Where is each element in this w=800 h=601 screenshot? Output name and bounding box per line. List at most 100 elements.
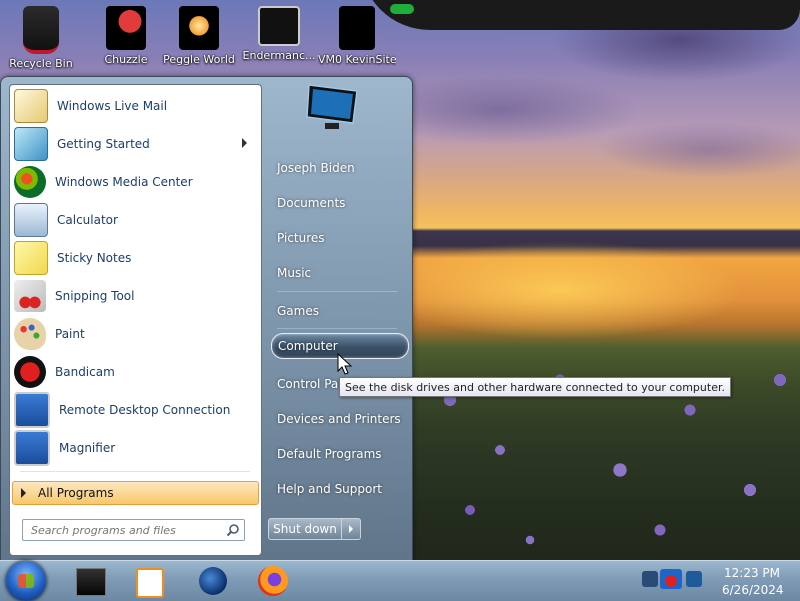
right-item-help-and-support[interactable]: Help and Support — [271, 477, 407, 501]
program-calculator[interactable]: Calculator — [12, 202, 257, 238]
record-icon — [14, 356, 46, 388]
all-programs-button[interactable]: All Programs — [12, 481, 259, 505]
submenu-arrow-icon[interactable] — [242, 138, 247, 148]
program-windows-media-center[interactable]: Windows Media Center — [12, 164, 257, 200]
divider — [277, 291, 397, 292]
media-player-icon — [136, 568, 164, 598]
clock-date[interactable]: 6/26/2024 — [722, 583, 784, 597]
desktop-icon-recycle-bin[interactable]: Recycle Bin — [2, 4, 80, 70]
mail-icon — [14, 89, 48, 123]
program-getting-started[interactable]: Getting Started — [12, 126, 257, 162]
globe-icon — [199, 567, 227, 595]
program-bandicam[interactable]: Bandicam — [12, 354, 257, 390]
vm0-icon — [339, 6, 375, 50]
media-center-icon — [14, 166, 46, 198]
system-tray: 12:23 PM 6/26/2024 — [636, 561, 800, 601]
start-menu: Windows Live Mail Getting Started Window… — [0, 76, 413, 562]
right-item-label: Games — [277, 304, 319, 318]
divider — [277, 328, 397, 329]
program-label: Windows Live Mail — [57, 99, 168, 113]
program-label: Windows Media Center — [55, 175, 193, 189]
sticky-notes-icon — [14, 241, 48, 275]
taskbar-firefox[interactable] — [255, 563, 291, 599]
program-remote-desktop-connection[interactable]: Remote Desktop Connection — [12, 392, 257, 428]
right-item-games[interactable]: Games — [271, 299, 407, 323]
right-pane: Joseph Biden Documents Pictures Music Ga… — [263, 77, 412, 561]
desktop-icon-label: Endermanc... — [242, 49, 316, 62]
recycle-bin-icon — [23, 6, 59, 54]
program-label: Magnifier — [59, 441, 116, 455]
programs-pane: Windows Live Mail Getting Started Window… — [9, 84, 262, 556]
remote-desktop-icon — [14, 392, 50, 428]
app-tray-icon[interactable] — [660, 569, 682, 589]
search-icon[interactable] — [226, 523, 240, 537]
right-item-pictures[interactable]: Pictures — [271, 226, 407, 250]
cursor-arrow-icon — [337, 353, 353, 375]
scissors-icon — [14, 280, 46, 312]
right-item-label: Help and Support — [277, 482, 382, 496]
top-gadget — [360, 0, 800, 30]
arrow-right-icon — [21, 488, 26, 498]
start-button[interactable] — [6, 561, 46, 601]
desktop-icon-label: Recycle Bin — [9, 57, 73, 70]
right-item-default-programs[interactable]: Default Programs — [271, 442, 407, 466]
calculator-icon — [14, 203, 48, 237]
program-label: Remote Desktop Connection — [59, 403, 231, 417]
desktop-icon-endermanc[interactable]: Endermanc... — [240, 4, 318, 62]
shutdown-options-button[interactable] — [342, 518, 361, 540]
search-input[interactable] — [29, 521, 223, 540]
program-snipping-tool[interactable]: Snipping Tool — [12, 278, 257, 314]
program-sticky-notes[interactable]: Sticky Notes — [12, 240, 257, 276]
right-item-label: Music — [277, 266, 312, 280]
program-magnifier[interactable]: Magnifier — [12, 430, 257, 466]
taskbar-media-player[interactable] — [130, 563, 166, 599]
endermanc-icon — [258, 6, 300, 46]
right-item-label: Documents — [277, 196, 346, 210]
right-item-label: Devices and Printers — [277, 412, 401, 426]
desktop-icon-vm0-kevinsite[interactable]: VM0 KevinSite — [318, 4, 396, 66]
volume-icon[interactable] — [686, 571, 702, 587]
right-item-label: Pictures — [277, 231, 325, 245]
desktop-icon-label: VM0 KevinSite — [318, 53, 396, 66]
program-label: Sticky Notes — [57, 251, 132, 265]
getting-started-icon — [14, 127, 48, 161]
desktop-icon-label: Chuzzle — [104, 53, 148, 66]
shutdown-button[interactable]: Shut down — [268, 518, 342, 540]
search-box[interactable] — [22, 519, 245, 541]
program-label: Snipping Tool — [55, 289, 135, 303]
desktop-icon-chuzzle[interactable]: Chuzzle — [87, 4, 165, 66]
desktop-icon-peggle-world[interactable]: Peggle World — [160, 4, 238, 66]
firefox-icon — [258, 566, 288, 596]
right-item-label: Joseph Biden — [277, 161, 355, 175]
wallpaper-flowers — [410, 340, 800, 560]
network-icon[interactable] — [642, 571, 658, 587]
windows-logo-icon — [18, 574, 34, 588]
paint-palette-icon — [14, 318, 46, 350]
program-label: Bandicam — [55, 365, 115, 379]
right-item-music[interactable]: Music — [271, 261, 407, 285]
wallpaper-clouds — [380, 0, 800, 220]
tooltip: See the disk drives and other hardware c… — [339, 377, 731, 397]
desktop-icon-label: Peggle World — [163, 53, 235, 66]
peggle-icon — [179, 6, 219, 50]
taskbar-terminal[interactable] — [72, 563, 108, 599]
tooltip-text: See the disk drives and other hardware c… — [345, 380, 725, 394]
shutdown-label: Shut down — [273, 522, 337, 536]
right-item-label: Computer — [278, 339, 338, 353]
right-item-devices-and-printers[interactable]: Devices and Printers — [271, 407, 407, 431]
right-item-joseph-biden[interactable]: Joseph Biden — [271, 156, 407, 180]
divider — [20, 471, 250, 472]
terminal-icon — [76, 568, 106, 596]
right-item-documents[interactable]: Documents — [271, 191, 407, 215]
program-label: Calculator — [57, 213, 118, 227]
chuzzle-icon — [106, 6, 146, 50]
program-label: Paint — [55, 327, 85, 341]
taskbar-globe[interactable] — [195, 563, 231, 599]
program-windows-live-mail[interactable]: Windows Live Mail — [12, 88, 257, 124]
all-programs-label: All Programs — [38, 486, 114, 500]
monitor-icon — [306, 84, 358, 129]
right-item-label: Default Programs — [277, 447, 382, 461]
magnifier-icon — [14, 430, 50, 466]
program-paint[interactable]: Paint — [12, 316, 257, 352]
clock-time[interactable]: 12:23 PM — [724, 566, 780, 580]
